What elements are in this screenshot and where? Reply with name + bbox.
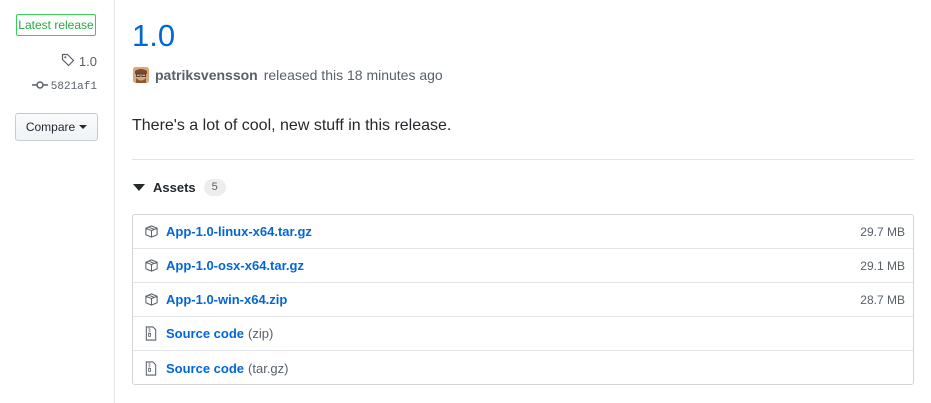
source-format: (tar.gz) [248,360,289,376]
asset-size: 29.7 MB [860,224,905,239]
release-meta: patriksvensson released this 18 minutes … [133,67,443,83]
tag-icon [61,53,75,70]
release-sidebar: Latest release 1.0 5821af1 Compare [0,0,115,403]
commit-sha: 5821af1 [50,81,97,93]
avatar[interactable] [133,67,149,83]
divider [132,159,914,160]
assets-header: Assets [153,180,196,195]
release-title[interactable]: 1.0 [132,18,175,54]
asset-link[interactable]: App-1.0-linux-x64.tar.gz [166,224,312,239]
package-icon [143,292,159,308]
commit-link[interactable]: 5821af1 [31,80,97,94]
file-zip-icon [143,326,159,342]
latest-release-badge: Latest release [16,14,96,36]
chevron-down-icon [79,125,88,129]
list-item: App-1.0-win-x64.zip 28.7 MB [133,283,913,317]
package-icon [143,258,159,274]
tag-label: 1.0 [78,54,97,69]
asset-link[interactable]: App-1.0-osx-x64.tar.gz [166,258,304,273]
source-label: Source code [166,360,245,376]
triangle-down-icon [133,184,145,191]
file-zip-icon [143,360,159,376]
source-label: Source code [166,326,245,341]
assets-toggle[interactable]: Assets 5 [133,179,226,196]
author-link[interactable]: patriksvensson [155,67,258,83]
asset-size: 28.7 MB [860,292,905,307]
list-item: Source code (zip) [133,317,913,351]
compare-label: Compare [25,120,76,134]
compare-button[interactable]: Compare [15,113,98,141]
list-item: App-1.0-osx-x64.tar.gz 29.1 MB [133,249,913,283]
package-icon [143,224,159,240]
source-format: (zip) [248,326,274,341]
list-item: App-1.0-linux-x64.tar.gz 29.7 MB [133,215,913,249]
source-targz-link[interactable]: Source code (tar.gz) [166,361,289,376]
commit-icon [31,80,48,94]
release-description: There's a lot of cool, new stuff in this… [132,117,452,134]
asset-size: 29.1 MB [860,258,905,273]
assets-count-badge: 5 [203,179,226,196]
assets-list: App-1.0-linux-x64.tar.gz 29.7 MB App-1.0… [132,214,914,385]
released-text: released this 18 minutes ago [263,67,443,83]
tag-link[interactable]: 1.0 [61,53,97,70]
asset-link[interactable]: App-1.0-win-x64.zip [166,292,287,307]
source-zip-link[interactable]: Source code (zip) [166,326,273,341]
list-item: Source code (tar.gz) [133,351,913,385]
